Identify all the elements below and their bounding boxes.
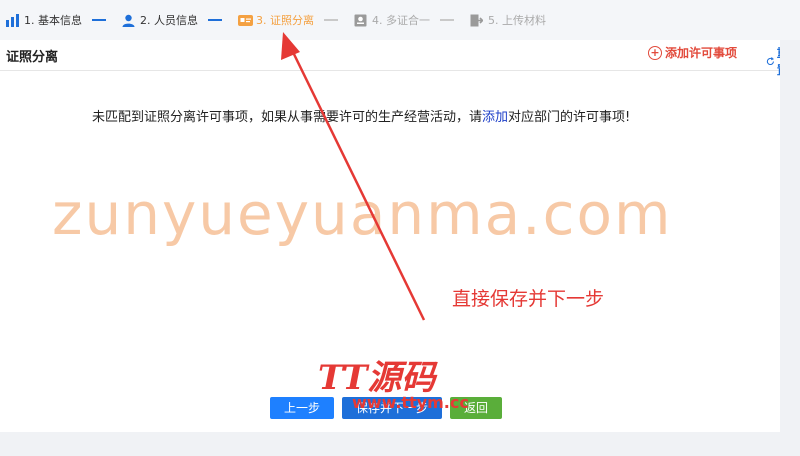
plus-circle-icon: +: [648, 45, 662, 60]
add-link[interactable]: 添加: [482, 110, 508, 125]
main-panel: 证照分离 + 添加许可事项 重置 未匹配到证照分离许可事项，如果从事需要许可的生…: [0, 40, 789, 432]
upload-icon: [470, 14, 484, 27]
page-title: 证照分离: [6, 50, 59, 65]
step-basic-info[interactable]: 1. 基本信息: [0, 12, 82, 28]
chart-icon: [6, 13, 19, 27]
step-label: 3. 证照分离: [256, 14, 314, 27]
step-label: 1. 基本信息: [24, 14, 82, 27]
step-separator: [92, 19, 106, 21]
step-multi-cert[interactable]: 4. 多证合一: [348, 12, 430, 28]
message-suffix: 对应部门的许可事项!: [508, 110, 631, 125]
action-buttons: 上一步 保存并下一步 返回: [270, 397, 502, 419]
back-button[interactable]: 返回: [450, 397, 502, 419]
save-next-button[interactable]: 保存并下一步: [342, 397, 442, 419]
step-license-separation[interactable]: 3. 证照分离: [232, 12, 314, 28]
right-gutter: [780, 40, 800, 432]
message-prefix: 未匹配到证照分离许可事项，如果从事需要许可的生产经营活动，请: [92, 110, 483, 125]
step-separator: [208, 19, 222, 21]
annotation-text: 直接保存并下一步: [452, 288, 605, 310]
step-label: 4. 多证合一: [372, 14, 430, 27]
refresh-icon: [766, 56, 774, 65]
card-icon: [238, 14, 253, 27]
step-label: 5. 上传材料: [488, 14, 546, 27]
person-icon: [122, 14, 135, 27]
step-separator: [440, 19, 454, 21]
step-separator: [324, 19, 338, 21]
add-license-button[interactable]: + 添加许可事项: [648, 44, 737, 61]
step-progress-bar: 1. 基本信息 2. 人员信息 3. 证照分离 4. 多证合一 5. 上传材料: [0, 0, 800, 40]
no-match-message: 未匹配到证照分离许可事项，如果从事需要许可的生产经营活动，请添加对应部门的许可事…: [92, 106, 630, 125]
step-label: 2. 人员信息: [140, 14, 198, 27]
add-license-label: 添加许可事项: [665, 46, 738, 60]
step-personnel-info[interactable]: 2. 人员信息: [116, 12, 198, 28]
step-upload-materials[interactable]: 5. 上传材料: [464, 12, 546, 28]
prev-step-button[interactable]: 上一步: [270, 397, 334, 419]
panel-header: 证照分离 + 添加许可事项 重置: [0, 40, 789, 77]
badge-icon: [354, 14, 367, 27]
